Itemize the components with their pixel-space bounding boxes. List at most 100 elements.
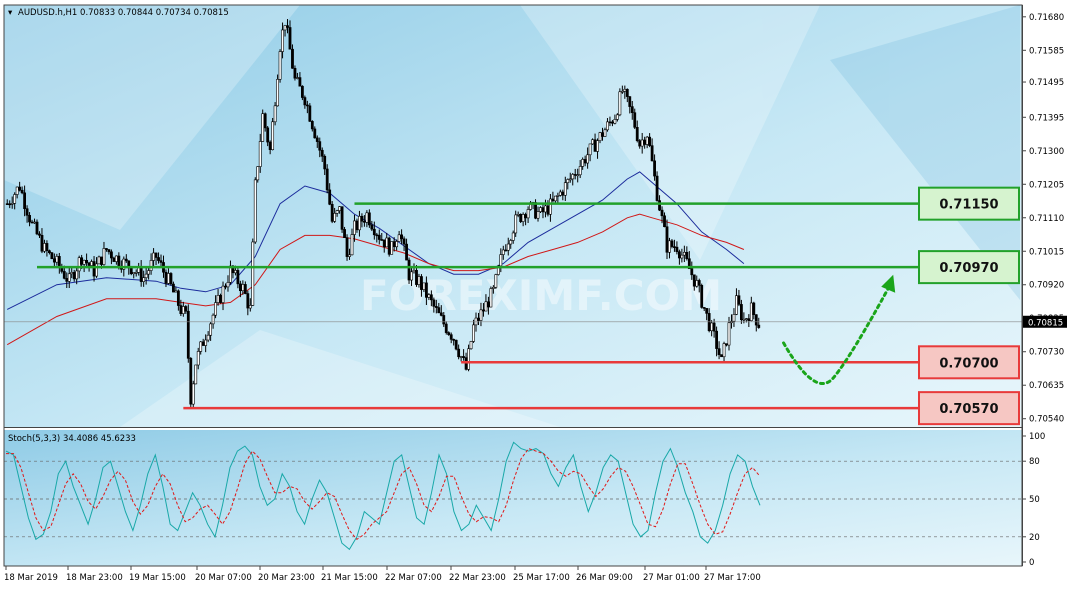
candle-bearish: [157, 257, 160, 261]
candle-bearish: [392, 241, 396, 248]
candle-bullish: [216, 294, 220, 303]
candle-bearish: [65, 278, 69, 282]
candle-bearish: [375, 234, 379, 237]
candle-bullish: [467, 348, 470, 370]
candle-bearish: [387, 237, 391, 255]
candle-bearish: [313, 128, 317, 139]
candle-bearish: [23, 192, 27, 209]
candle-bearish: [176, 290, 180, 306]
candle-bullish: [489, 288, 493, 308]
candle-bullish: [682, 251, 686, 256]
candle-bullish: [152, 252, 155, 261]
candle-bearish: [154, 252, 158, 258]
candle-bearish: [737, 295, 741, 305]
candle-bearish: [112, 257, 116, 262]
candle-bullish: [13, 194, 17, 204]
candle-bullish: [77, 257, 81, 272]
candle-bullish: [472, 324, 475, 342]
candle-bullish: [459, 356, 463, 358]
support-level-label: 0.70700: [939, 356, 998, 371]
candle-bullish: [742, 318, 746, 321]
candle-bullish: [70, 272, 74, 275]
resistance-level-label: 0.71150: [939, 198, 998, 213]
candle-bearish: [725, 343, 728, 346]
candle-bullish: [82, 259, 86, 265]
candle-bearish: [628, 96, 632, 107]
candle-bearish: [189, 358, 193, 405]
candle-bullish: [144, 273, 148, 279]
candle-bullish: [209, 323, 213, 336]
candle-bullish: [506, 243, 510, 251]
candle-bullish: [598, 132, 602, 141]
candle-bullish: [221, 285, 225, 303]
candle-bearish: [504, 249, 508, 252]
candle-bearish: [8, 203, 12, 206]
candle-bearish: [429, 294, 433, 301]
candle-bullish: [735, 295, 738, 315]
candle-bearish: [164, 271, 168, 284]
candle-bullish: [283, 25, 287, 31]
candle-bullish: [427, 294, 431, 298]
candle-bullish: [749, 302, 753, 321]
candle-bullish: [484, 301, 488, 312]
candle-bearish: [48, 250, 51, 254]
candle-bearish: [593, 139, 597, 152]
candle-bearish: [477, 317, 480, 321]
candle-bearish: [670, 240, 674, 247]
candle-bullish: [620, 90, 624, 93]
candle-bearish: [653, 160, 656, 177]
candle-bullish: [278, 51, 282, 80]
candle-bearish: [291, 48, 294, 69]
candle-bullish: [603, 129, 607, 137]
candle-bullish: [350, 234, 354, 256]
candle-bearish: [601, 132, 604, 137]
candle-bearish: [320, 149, 324, 157]
candle-bearish: [243, 284, 247, 294]
candle-bullish: [501, 249, 505, 255]
candle-bullish: [640, 139, 644, 147]
candle-bullish: [563, 182, 567, 196]
candle-bearish: [643, 139, 647, 145]
candle-bearish: [50, 252, 54, 260]
candle-bearish: [415, 269, 418, 285]
candle-bearish: [340, 206, 344, 230]
candle-bullish: [509, 240, 513, 245]
candle-bearish: [519, 213, 523, 222]
resistance-level-label: 0.70970: [939, 261, 998, 276]
candle-bearish: [452, 339, 456, 341]
candle-bullish: [90, 261, 93, 266]
candle-bearish: [705, 308, 709, 314]
candle-bullish: [214, 302, 217, 316]
candle-bullish: [680, 254, 684, 259]
candle-bearish: [139, 266, 143, 282]
candle-bearish: [323, 155, 327, 170]
candle-bullish: [390, 241, 394, 255]
candle-bearish: [238, 283, 242, 292]
candle-bullish: [281, 29, 284, 52]
candle-bullish: [385, 237, 389, 248]
candle-bearish: [720, 354, 723, 358]
candle-bearish: [648, 136, 652, 146]
candle-bearish: [62, 271, 66, 279]
time-tick-label: 20 Mar 23:00: [258, 573, 315, 583]
candle-bearish: [692, 274, 696, 287]
candle-bearish: [345, 237, 349, 257]
candle-bullish: [97, 256, 101, 265]
candle-bearish: [343, 229, 346, 238]
candle-bearish: [677, 251, 681, 259]
candle-bullish: [335, 210, 339, 214]
candle-bullish: [397, 234, 401, 242]
time-tick-label: 20 Mar 07:00: [195, 573, 252, 583]
candle-bullish: [744, 318, 748, 320]
candle-bearish: [80, 257, 84, 265]
candle-bearish: [246, 293, 250, 309]
candle-bearish: [487, 301, 490, 308]
candle-bearish: [663, 215, 666, 228]
candle-bearish: [372, 228, 376, 236]
candle-bullish: [211, 314, 215, 325]
candle-bearish: [315, 137, 319, 142]
time-tick-label: 19 Mar 15:00: [129, 573, 186, 583]
candle-bearish: [685, 251, 689, 260]
candle-bearish: [407, 259, 411, 281]
candle-bearish: [367, 212, 371, 226]
